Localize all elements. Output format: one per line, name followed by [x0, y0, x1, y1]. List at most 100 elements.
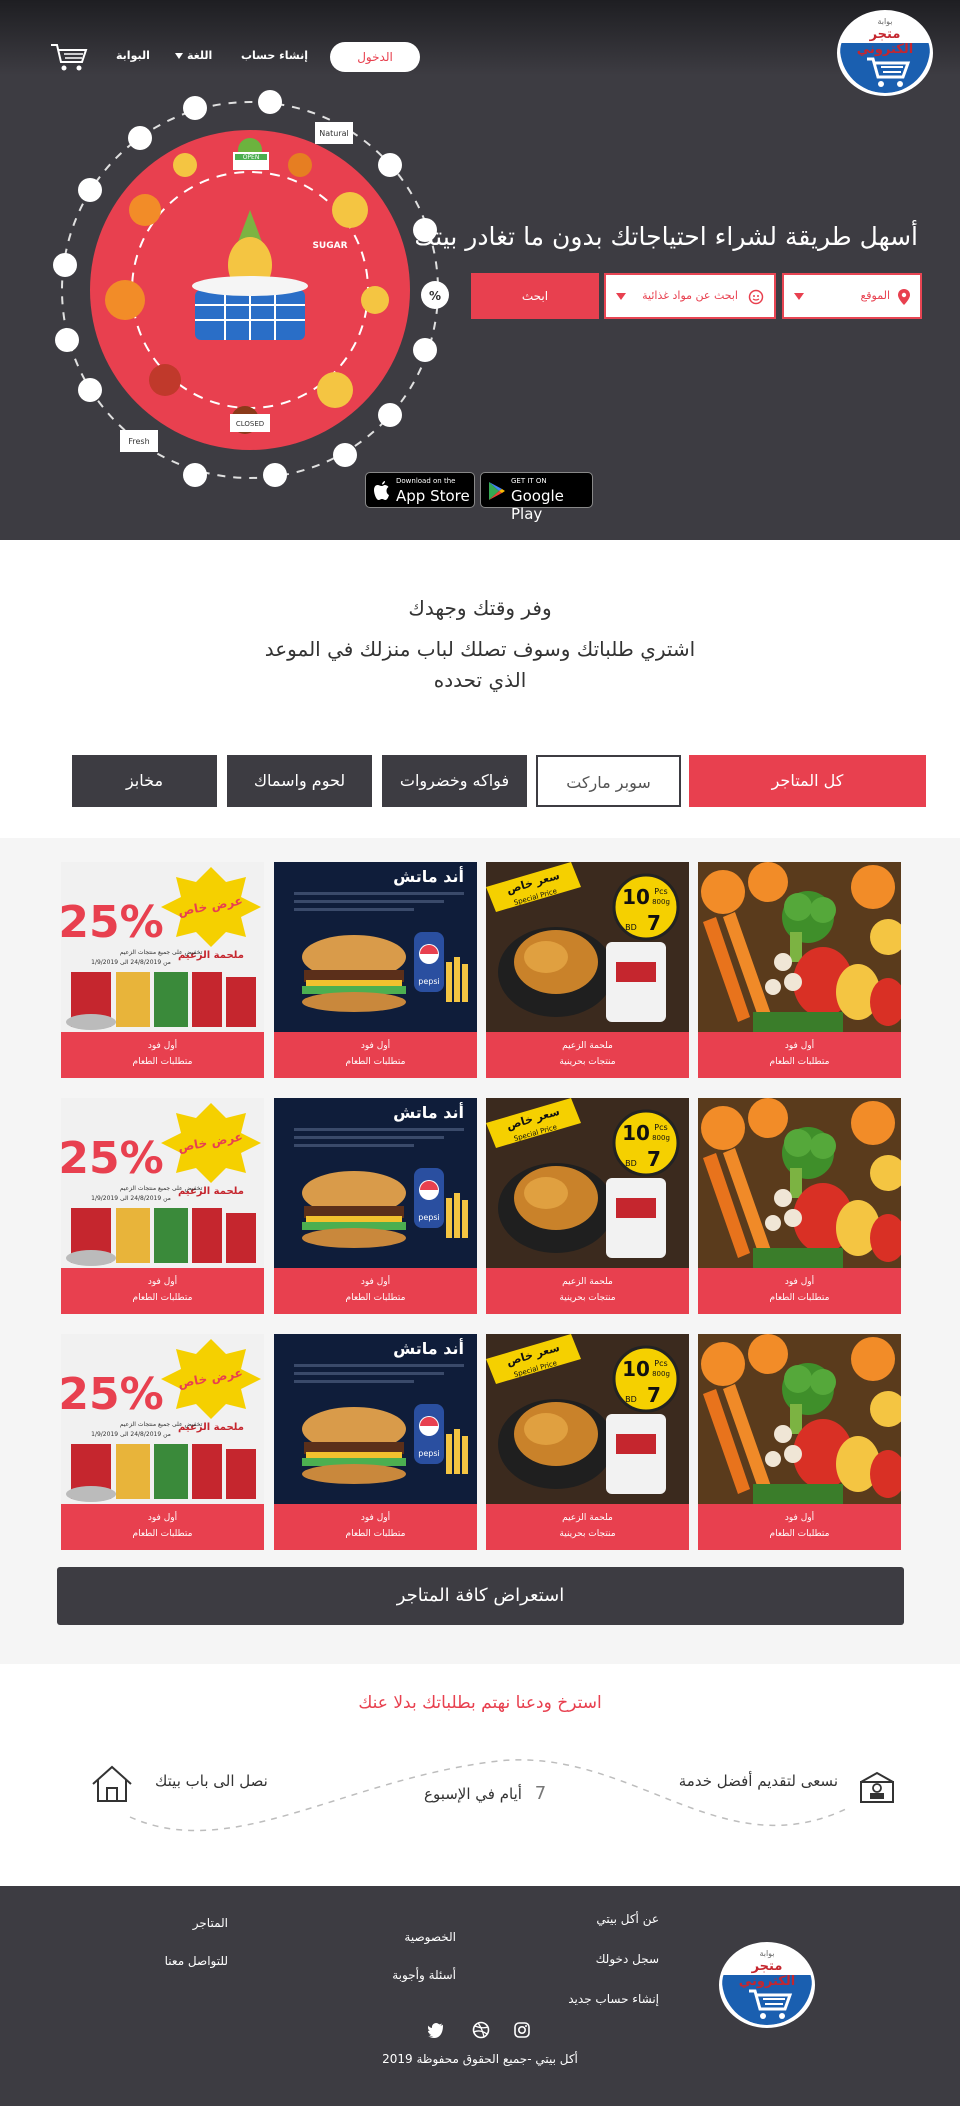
store-card-caption: أول فود متطلبات الطعام: [698, 1504, 901, 1550]
dribbble-icon[interactable]: [472, 2021, 490, 2039]
store-card-caption: ملحمة الزعيم منتجات بحرينية: [486, 1504, 689, 1550]
store-category: متطلبات الطعام: [345, 1057, 406, 1067]
search-button[interactable]: ابحث: [471, 273, 599, 319]
footer-link-contact[interactable]: للتواصل معنا: [165, 1954, 228, 1968]
footer-link-signup[interactable]: إنشاء حساب جديد: [568, 1992, 659, 2006]
natural-label: Natural: [319, 129, 349, 138]
service-item-best: نسعى لتقديم أفضل خدمة: [678, 1772, 838, 1790]
store-card[interactable]: أند ماتش pepsi أول فود متطلبات الطعام: [274, 1334, 477, 1550]
footer-link-about[interactable]: عن أكل بيتي: [596, 1912, 659, 1926]
burger-brand: pepsi: [418, 1213, 439, 1222]
footer-logo[interactable]: بوابة متجر الكتروني: [719, 1942, 815, 2028]
footer-link-stores[interactable]: المتاجر: [193, 1916, 228, 1930]
store-card-caption: أول فود متطلبات الطعام: [274, 1504, 477, 1550]
chicken-price: 7: [647, 911, 661, 935]
store-name: أول فود: [784, 1513, 815, 1523]
chevron-down-icon: [175, 53, 183, 59]
twitter-icon[interactable]: [428, 2023, 446, 2038]
store-card[interactable]: 10 Pcs 800g 7 BD سعر خاص Special Price م…: [486, 1334, 689, 1550]
store-category: متطلبات الطعام: [769, 1057, 830, 1067]
footer-link-faq[interactable]: أسئلة وأجوبة: [392, 1968, 456, 1982]
store-category: منتجات بحرينية: [559, 1529, 616, 1539]
store-card-caption: ملحمة الزعيم منتجات بحرينية: [486, 1032, 689, 1078]
footer-logo-subtitle: بوابة: [759, 1949, 775, 1958]
store-category: متطلبات الطعام: [132, 1529, 193, 1539]
tab-fruits-vegetables[interactable]: فواكه وخضروات: [382, 755, 527, 807]
footer-link-login[interactable]: سجل دخولك: [596, 1952, 659, 1966]
store-card-image: عرض خاص 25% ملحمة الزعيم تخفيض على جميع …: [61, 1098, 264, 1268]
store-name: ملحمة الزعيم: [562, 1277, 613, 1287]
store-card[interactable]: أول فود متطلبات الطعام: [698, 1098, 901, 1314]
promo-dates: من 24/8/2019 الى 1/9/2019: [91, 1195, 171, 1202]
view-all-stores-button[interactable]: استعراض كافة المتاجر: [57, 1567, 904, 1625]
promo-dates: من 24/8/2019 الى 1/9/2019: [91, 959, 171, 966]
promo-line: تخفيض على جميع منتجات الزعيم: [120, 1185, 203, 1192]
tab-meat-fish[interactable]: لحوم واسماك: [227, 755, 372, 807]
store-card[interactable]: أول فود متطلبات الطعام: [698, 1334, 901, 1550]
store-card[interactable]: 10 Pcs 800g 7 BD سعر خاص Special Price م…: [486, 862, 689, 1078]
service-item-days: 7 أيام في الإسبوع: [424, 1783, 546, 1804]
chicken-pcs-number: 10: [622, 1357, 650, 1381]
chicken-pcs-number: 10: [622, 885, 650, 909]
percent-label: %: [429, 289, 441, 303]
app-store-big-text: App Store: [396, 487, 470, 505]
tab-bakeries[interactable]: مخابز: [72, 755, 217, 807]
burger-brand: pepsi: [418, 977, 439, 986]
store-card-image: عرض خاص 25% ملحمة الزعيم تخفيض على جميع …: [61, 862, 264, 1032]
store-card-image: 10 Pcs 800g 7 BD سعر خاص Special Price: [486, 862, 689, 1032]
store-card[interactable]: أند ماتش pepsi أول فود متطلبات الطعام: [274, 862, 477, 1078]
closed-sign-label: CLOSED: [236, 420, 264, 428]
language-menu[interactable]: اللغة: [175, 49, 212, 62]
burger-title: أند ماتش: [393, 1338, 464, 1358]
days-text: أيام في الإسبوع: [424, 1785, 522, 1803]
login-button[interactable]: الدخول: [330, 42, 420, 72]
store-card-image: [698, 1098, 901, 1268]
open-sign-label: OPEN: [243, 154, 260, 161]
footer-link-privacy[interactable]: الخصوصية: [404, 1930, 456, 1944]
google-play-badge[interactable]: GET IT ON Google Play: [480, 472, 593, 523]
location-select[interactable]: الموقع: [782, 273, 922, 319]
store-card[interactable]: عرض خاص 25% ملحمة الزعيم تخفيض على جميع …: [61, 862, 264, 1078]
store-card[interactable]: أول فود متطلبات الطعام: [698, 862, 901, 1078]
apple-icon: [374, 481, 389, 500]
service-quality-icon: [860, 1771, 894, 1803]
tab-all-stores[interactable]: كل المتاجر: [689, 755, 926, 807]
store-card[interactable]: عرض خاص 25% ملحمة الزعيم تخفيض على جميع …: [61, 1334, 264, 1550]
portal-link[interactable]: البوابة: [116, 49, 150, 62]
store-category: منتجات بحرينية: [559, 1293, 616, 1303]
app-store-badge[interactable]: Download on the App Store: [365, 472, 475, 508]
store-card-caption: أول فود متطلبات الطعام: [698, 1032, 901, 1078]
store-card-caption: أول فود متطلبات الطعام: [61, 1032, 264, 1078]
store-category: متطلبات الطعام: [132, 1293, 193, 1303]
cart-icon[interactable]: [50, 42, 88, 72]
instagram-icon[interactable]: [514, 2022, 530, 2038]
footer: بوابة متجر الكتروني عن أكل بيتي سجل دخول…: [0, 1886, 960, 2106]
store-card[interactable]: أند ماتش pepsi أول فود متطلبات الطعام: [274, 1098, 477, 1314]
store-card-image: 10 Pcs 800g 7 BD سعر خاص Special Price: [486, 1334, 689, 1504]
store-name: أول فود: [147, 1277, 178, 1287]
logo[interactable]: بوابة متجر الكتروني: [837, 10, 933, 96]
food-search-placeholder: ابحث عن مواد غذائية: [642, 289, 738, 302]
signup-link[interactable]: إنشاء حساب: [241, 49, 308, 62]
chicken-pcs-label: Pcs: [654, 1359, 667, 1368]
store-card-image: [698, 862, 901, 1032]
store-card[interactable]: 10 Pcs 800g 7 BD سعر خاص Special Price م…: [486, 1098, 689, 1314]
store-card-image: أند ماتش pepsi: [274, 1334, 477, 1504]
hero-title: أسهل طريقة لشراء احتياجاتك بدون ما تغادر…: [414, 222, 918, 251]
burger-title: أند ماتش: [393, 1102, 464, 1122]
store-card[interactable]: عرض خاص 25% ملحمة الزعيم تخفيض على جميع …: [61, 1098, 264, 1314]
burger-brand: pepsi: [418, 1449, 439, 1458]
tab-supermarket[interactable]: سوبر ماركت: [536, 755, 681, 807]
store-category: متطلبات الطعام: [345, 1293, 406, 1303]
chicken-price: 7: [647, 1383, 661, 1407]
store-category: منتجات بحرينية: [559, 1057, 616, 1067]
store-card-caption: أول فود متطلبات الطعام: [274, 1032, 477, 1078]
sugar-label: SUGAR: [312, 241, 347, 251]
store-name: أول فود: [360, 1041, 391, 1051]
store-card-caption: أول فود متطلبات الطعام: [274, 1268, 477, 1314]
chicken-pcs-label: Pcs: [654, 887, 667, 896]
store-card-image: أند ماتش pepsi: [274, 1098, 477, 1268]
store-category: متطلبات الطعام: [769, 1293, 830, 1303]
food-search-input[interactable]: ابحث عن مواد غذائية: [604, 273, 776, 319]
logo-subtitle: بوابة: [877, 17, 893, 26]
